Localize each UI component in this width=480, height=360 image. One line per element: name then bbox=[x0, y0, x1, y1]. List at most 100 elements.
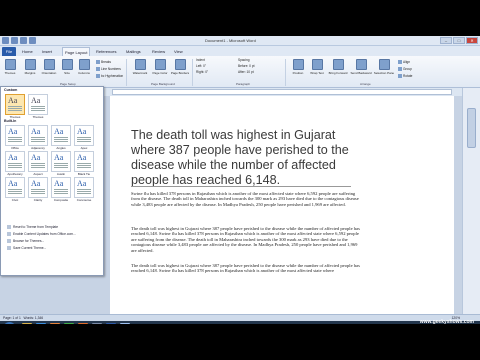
letterbox-bottom bbox=[0, 324, 480, 360]
browse-themes-menu-item[interactable]: Browse for Themes... bbox=[7, 239, 44, 244]
breaks-icon bbox=[96, 60, 100, 65]
video-frame: Document1 - Microsoft Word – □ ✕ File Ho… bbox=[0, 0, 480, 360]
theme-caption: Apothecary bbox=[7, 172, 23, 176]
hyphenation-icon bbox=[96, 74, 100, 79]
line-numbers-icon bbox=[96, 67, 100, 72]
watermark-button[interactable]: Watermark bbox=[130, 59, 150, 81]
position-button[interactable]: Position bbox=[289, 59, 307, 81]
spacing-before-field[interactable]: Before: 0 pt bbox=[238, 64, 255, 68]
theme-item[interactable]: Aa bbox=[28, 94, 48, 115]
margins-icon bbox=[24, 59, 36, 70]
rotate-button[interactable]: Rotate bbox=[398, 74, 412, 79]
tab-review[interactable]: Review bbox=[152, 47, 165, 56]
reset-theme-menu-item[interactable]: Reset to Theme from Template bbox=[7, 225, 58, 230]
theme-caption: Themes bbox=[32, 115, 44, 119]
tab-file[interactable]: File bbox=[2, 47, 16, 56]
theme-item[interactable]: Aa bbox=[51, 151, 71, 172]
indent-label: Indent bbox=[196, 58, 205, 62]
theme-item[interactable]: Aa bbox=[28, 125, 48, 146]
themes-button[interactable]: Themes bbox=[2, 59, 18, 81]
ribbon: Themes Margins Orientation Size Columns … bbox=[0, 56, 480, 88]
size-button[interactable]: Size bbox=[60, 59, 74, 81]
theme-item[interactable]: Aa bbox=[28, 177, 48, 198]
theme-caption: Clarity bbox=[33, 198, 43, 202]
close-button[interactable]: ✕ bbox=[466, 37, 478, 44]
save-theme-menu-item[interactable]: Save Current Theme... bbox=[7, 246, 46, 251]
indent-left-field[interactable]: Left: 0" bbox=[196, 64, 206, 68]
wrap-text-icon bbox=[311, 59, 323, 70]
theme-caption: Adjacency bbox=[31, 146, 45, 150]
horizontal-ruler[interactable] bbox=[112, 89, 452, 95]
themes-icon bbox=[4, 59, 16, 70]
tab-mailings[interactable]: Mailings bbox=[126, 47, 141, 56]
heading-underline bbox=[131, 186, 351, 187]
selection-pane-button[interactable]: Selection Pane bbox=[373, 59, 395, 81]
tab-insert[interactable]: Insert bbox=[42, 47, 52, 56]
scrollbar-thumb[interactable] bbox=[467, 108, 476, 148]
selection-pane-icon bbox=[378, 59, 390, 70]
page-color-button[interactable]: Page Color bbox=[151, 59, 169, 81]
maximize-button[interactable]: □ bbox=[453, 37, 465, 44]
theme-item[interactable]: Aa bbox=[5, 177, 25, 198]
title-bar: Document1 - Microsoft Word – □ ✕ bbox=[0, 36, 480, 46]
line-numbers-button[interactable]: Line Numbers bbox=[96, 67, 121, 72]
folder-icon bbox=[7, 239, 11, 244]
tab-view[interactable]: View bbox=[174, 47, 183, 56]
quick-access-toolbar bbox=[2, 37, 36, 44]
group-button[interactable]: Group bbox=[398, 67, 412, 72]
word-logo-icon bbox=[2, 37, 9, 44]
columns-button[interactable]: Columns bbox=[75, 59, 93, 81]
align-icon bbox=[398, 60, 402, 65]
save-icon[interactable] bbox=[11, 37, 18, 44]
reset-icon bbox=[7, 225, 11, 230]
theme-item[interactable]: Aa bbox=[5, 94, 25, 115]
watermark-icon bbox=[134, 59, 146, 70]
enable-updates-menu-item[interactable]: Enable Content Updates from Office.com..… bbox=[7, 232, 76, 237]
margins-button[interactable]: Margins bbox=[22, 59, 38, 81]
theme-caption: Apex bbox=[80, 146, 88, 150]
update-icon bbox=[7, 232, 11, 237]
theme-item[interactable]: Aa bbox=[5, 125, 25, 146]
theme-item[interactable]: Aa bbox=[5, 151, 25, 172]
undo-icon[interactable] bbox=[20, 37, 27, 44]
indent-right-field[interactable]: Right: 0" bbox=[196, 70, 208, 74]
columns-icon bbox=[78, 59, 90, 70]
save-icon bbox=[7, 246, 11, 251]
hyphenation-button[interactable]: bc Hyphenation bbox=[96, 74, 123, 79]
theme-caption: Composite bbox=[53, 198, 69, 202]
theme-item[interactable]: Aa bbox=[74, 125, 94, 146]
site-watermark: www.geekyshows.com bbox=[419, 319, 474, 325]
group-paragraph: Paragraph bbox=[236, 82, 251, 86]
page-color-icon bbox=[154, 59, 166, 70]
document-paragraph: The death toll was highest in Gujarat wh… bbox=[131, 263, 360, 274]
redo-icon[interactable] bbox=[29, 37, 36, 44]
theme-item[interactable]: Aa bbox=[51, 125, 71, 146]
breaks-button[interactable]: Breaks bbox=[96, 60, 111, 65]
ribbon-tabs: File Home Insert Page Layout References … bbox=[0, 46, 480, 56]
theme-item[interactable]: Aa bbox=[51, 177, 71, 198]
ribbon-separator bbox=[285, 59, 286, 86]
bring-forward-button[interactable]: Bring Forward bbox=[327, 59, 349, 81]
wrap-text-button[interactable]: Wrap Text bbox=[308, 59, 326, 81]
spacing-label: Spacing bbox=[238, 58, 250, 62]
theme-item[interactable]: Aa bbox=[28, 151, 48, 172]
vertical-scrollbar[interactable] bbox=[462, 88, 480, 314]
page-borders-button[interactable]: Page Borders bbox=[170, 59, 190, 81]
align-button[interactable]: Align bbox=[398, 60, 410, 65]
theme-caption: Concourse bbox=[76, 198, 92, 202]
orientation-button[interactable]: Orientation bbox=[38, 59, 60, 81]
document-paragraph: The death toll was highest in Gujarat wh… bbox=[131, 226, 360, 253]
minimize-button[interactable]: – bbox=[440, 37, 452, 44]
theme-caption: Austin bbox=[56, 172, 66, 176]
spacing-after-field[interactable]: After: 10 pt bbox=[238, 70, 254, 74]
group-page-background: Page Background bbox=[151, 82, 175, 86]
theme-item[interactable]: Aa bbox=[74, 151, 94, 172]
tab-page-layout[interactable]: Page Layout bbox=[62, 47, 91, 56]
tab-references[interactable]: References bbox=[96, 47, 116, 56]
tab-home[interactable]: Home bbox=[22, 47, 33, 56]
window-title: Document1 - Microsoft Word bbox=[205, 38, 256, 43]
letterbox-top bbox=[0, 0, 480, 36]
send-backward-button[interactable]: Send Backward bbox=[350, 59, 372, 81]
bring-forward-icon bbox=[332, 59, 344, 70]
theme-item[interactable]: Aa bbox=[74, 177, 94, 198]
